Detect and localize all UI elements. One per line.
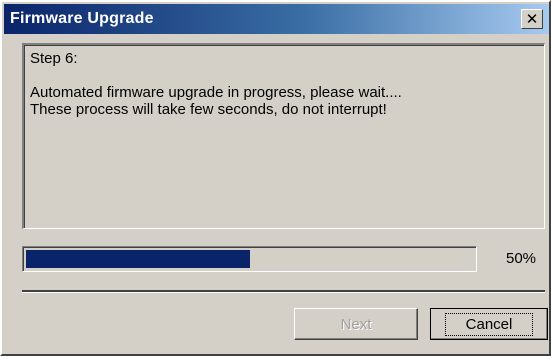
progress-bar-fill — [26, 250, 250, 268]
progress-bar — [22, 246, 477, 272]
close-icon: ✕ — [525, 9, 539, 28]
warning-message: These process will take few seconds, do … — [30, 101, 387, 118]
cancel-button-label: Cancel — [444, 312, 534, 336]
status-message-box: Step 6: Automated firmware upgrade in pr… — [22, 43, 545, 229]
progress-percent: 50% — [506, 250, 537, 267]
dialog-title: Firmware Upgrade — [10, 10, 154, 27]
next-button[interactable]: Next — [294, 308, 418, 340]
title-bar[interactable]: Firmware Upgrade ✕ — [4, 4, 549, 34]
progress-message: Automated firmware upgrade in progress, … — [30, 84, 402, 101]
close-button[interactable]: ✕ — [521, 9, 543, 29]
next-button-label: Next — [340, 315, 372, 333]
cancel-button[interactable]: Cancel — [430, 308, 548, 340]
separator-line — [22, 290, 545, 293]
step-label: Step 6: — [30, 50, 78, 67]
